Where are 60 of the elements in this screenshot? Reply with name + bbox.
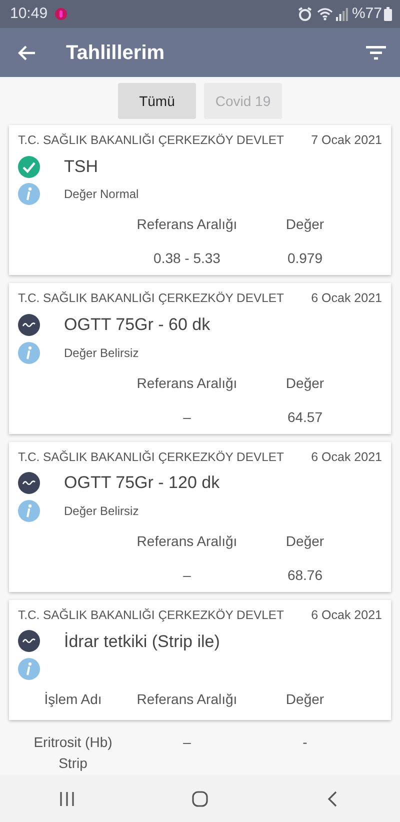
result-date: 6 Ocak 2021 [311,448,382,466]
home-icon [190,790,209,808]
back-button[interactable] [18,44,36,60]
wave-icon [18,630,40,652]
institution-name: T.C. SAĞLIK BAKANLIĞI ÇERKEZKÖY DEVLET [18,132,284,149]
battery-icon [384,7,392,21]
institution-name: T.C. SAĞLIK BAKANLIĞI ÇERKEZKÖY DEVLET [18,606,284,624]
filter-icon [366,46,386,60]
recents-icon [58,790,76,808]
column-header: Referans Aralığı [136,690,238,709]
notification-icon [54,7,68,21]
status-note: Değer Belirsiz [64,344,139,362]
table-cell-text: 0.38 - 5.33 [152,249,222,268]
column-header: Değer [284,532,326,551]
filter-tab[interactable]: Tümü [118,83,196,119]
result-date: 6 Ocak 2021 [311,606,382,624]
table-cell-text: Eritrosit (Hb) Strip [32,733,114,773]
table-cell-text: – [182,566,192,585]
column-header: Referans Aralığı [136,374,238,393]
wave-icon [18,314,40,336]
column-header: Değer [284,690,326,709]
screen-title: Tahlillerim [66,40,166,66]
test-name: OGTT 75Gr - 60 dk [64,314,210,336]
alarm-icon [298,7,312,21]
test-name: OGTT 75Gr - 120 dk [64,472,220,494]
status-note: Değer Belirsiz [64,502,139,520]
status-time: 10:49 [10,4,48,24]
table-cell-text: – [182,408,192,426]
info-icon [18,658,40,680]
result-date: 6 Ocak 2021 [311,290,382,308]
column-header: İşlem Adı [43,690,103,709]
info-icon [18,342,40,364]
result-card[interactable]: T.C. SAĞLIK BAKANLIĞI ÇERKEZKÖY DEVLET 6 Ocak 2021 OGTT 75Gr - 60 dk Değer Belirsiz Referans Aralığı Değer – 64.57 [9,283,391,434]
filter-button[interactable] [366,46,386,60]
signal-icon [336,7,348,21]
table-cell-text: – [182,733,192,752]
institution-name: T.C. SAĞLIK BAKANLIĞI ÇERKEZKÖY DEVLET [18,290,284,308]
result-card[interactable]: T.C. SAĞLIK BAKANLIĞI ÇERKEZKÖY DEVLET 6 Ocak 2021 İdrar tetkiki (Strip ile) İşlem Adı Referans Aralığı Değer [9,600,391,720]
wifi-icon [316,7,333,21]
status-note: Değer Normal [64,186,139,204]
check-icon [18,156,40,178]
info-icon [18,500,40,522]
info-icon [18,183,40,206]
test-name: İdrar tetkiki (Strip ile) [64,630,220,652]
wave-icon [18,472,40,494]
table-cell-text: 64.57 [286,408,324,426]
column-header: Referans Aralığı [136,215,238,234]
result-card[interactable]: T.C. SAĞLIK BAKANLIĞI ÇERKEZKÖY DEVLET 7 Ocak 2021 TSH Değer Normal Referans Aralığı Değer 0.38 - 5.33 0.979 [9,125,391,276]
table-cell-text: - [302,733,308,752]
column-header: Değer [284,374,326,393]
result-date: 7 Ocak 2021 [311,132,382,149]
back-arrow-icon [18,44,36,60]
column-header: Referans Aralığı [136,532,238,551]
table-cell-text: 0.979 [286,249,324,268]
battery-level: %77 [352,4,382,24]
column-header: Değer [284,215,326,234]
test-name: TSH [64,156,98,178]
result-card[interactable]: T.C. SAĞLIK BAKANLIĞI ÇERKEZKÖY DEVLET 6 Ocak 2021 OGTT 75Gr - 120 dk Değer Belirsiz Referans Aralığı Değer – 68.76 [9,442,391,592]
table-cell-text: 68.76 [286,566,324,585]
institution-name: T.C. SAĞLIK BAKANLIĞI ÇERKEZKÖY DEVLET [18,448,284,466]
